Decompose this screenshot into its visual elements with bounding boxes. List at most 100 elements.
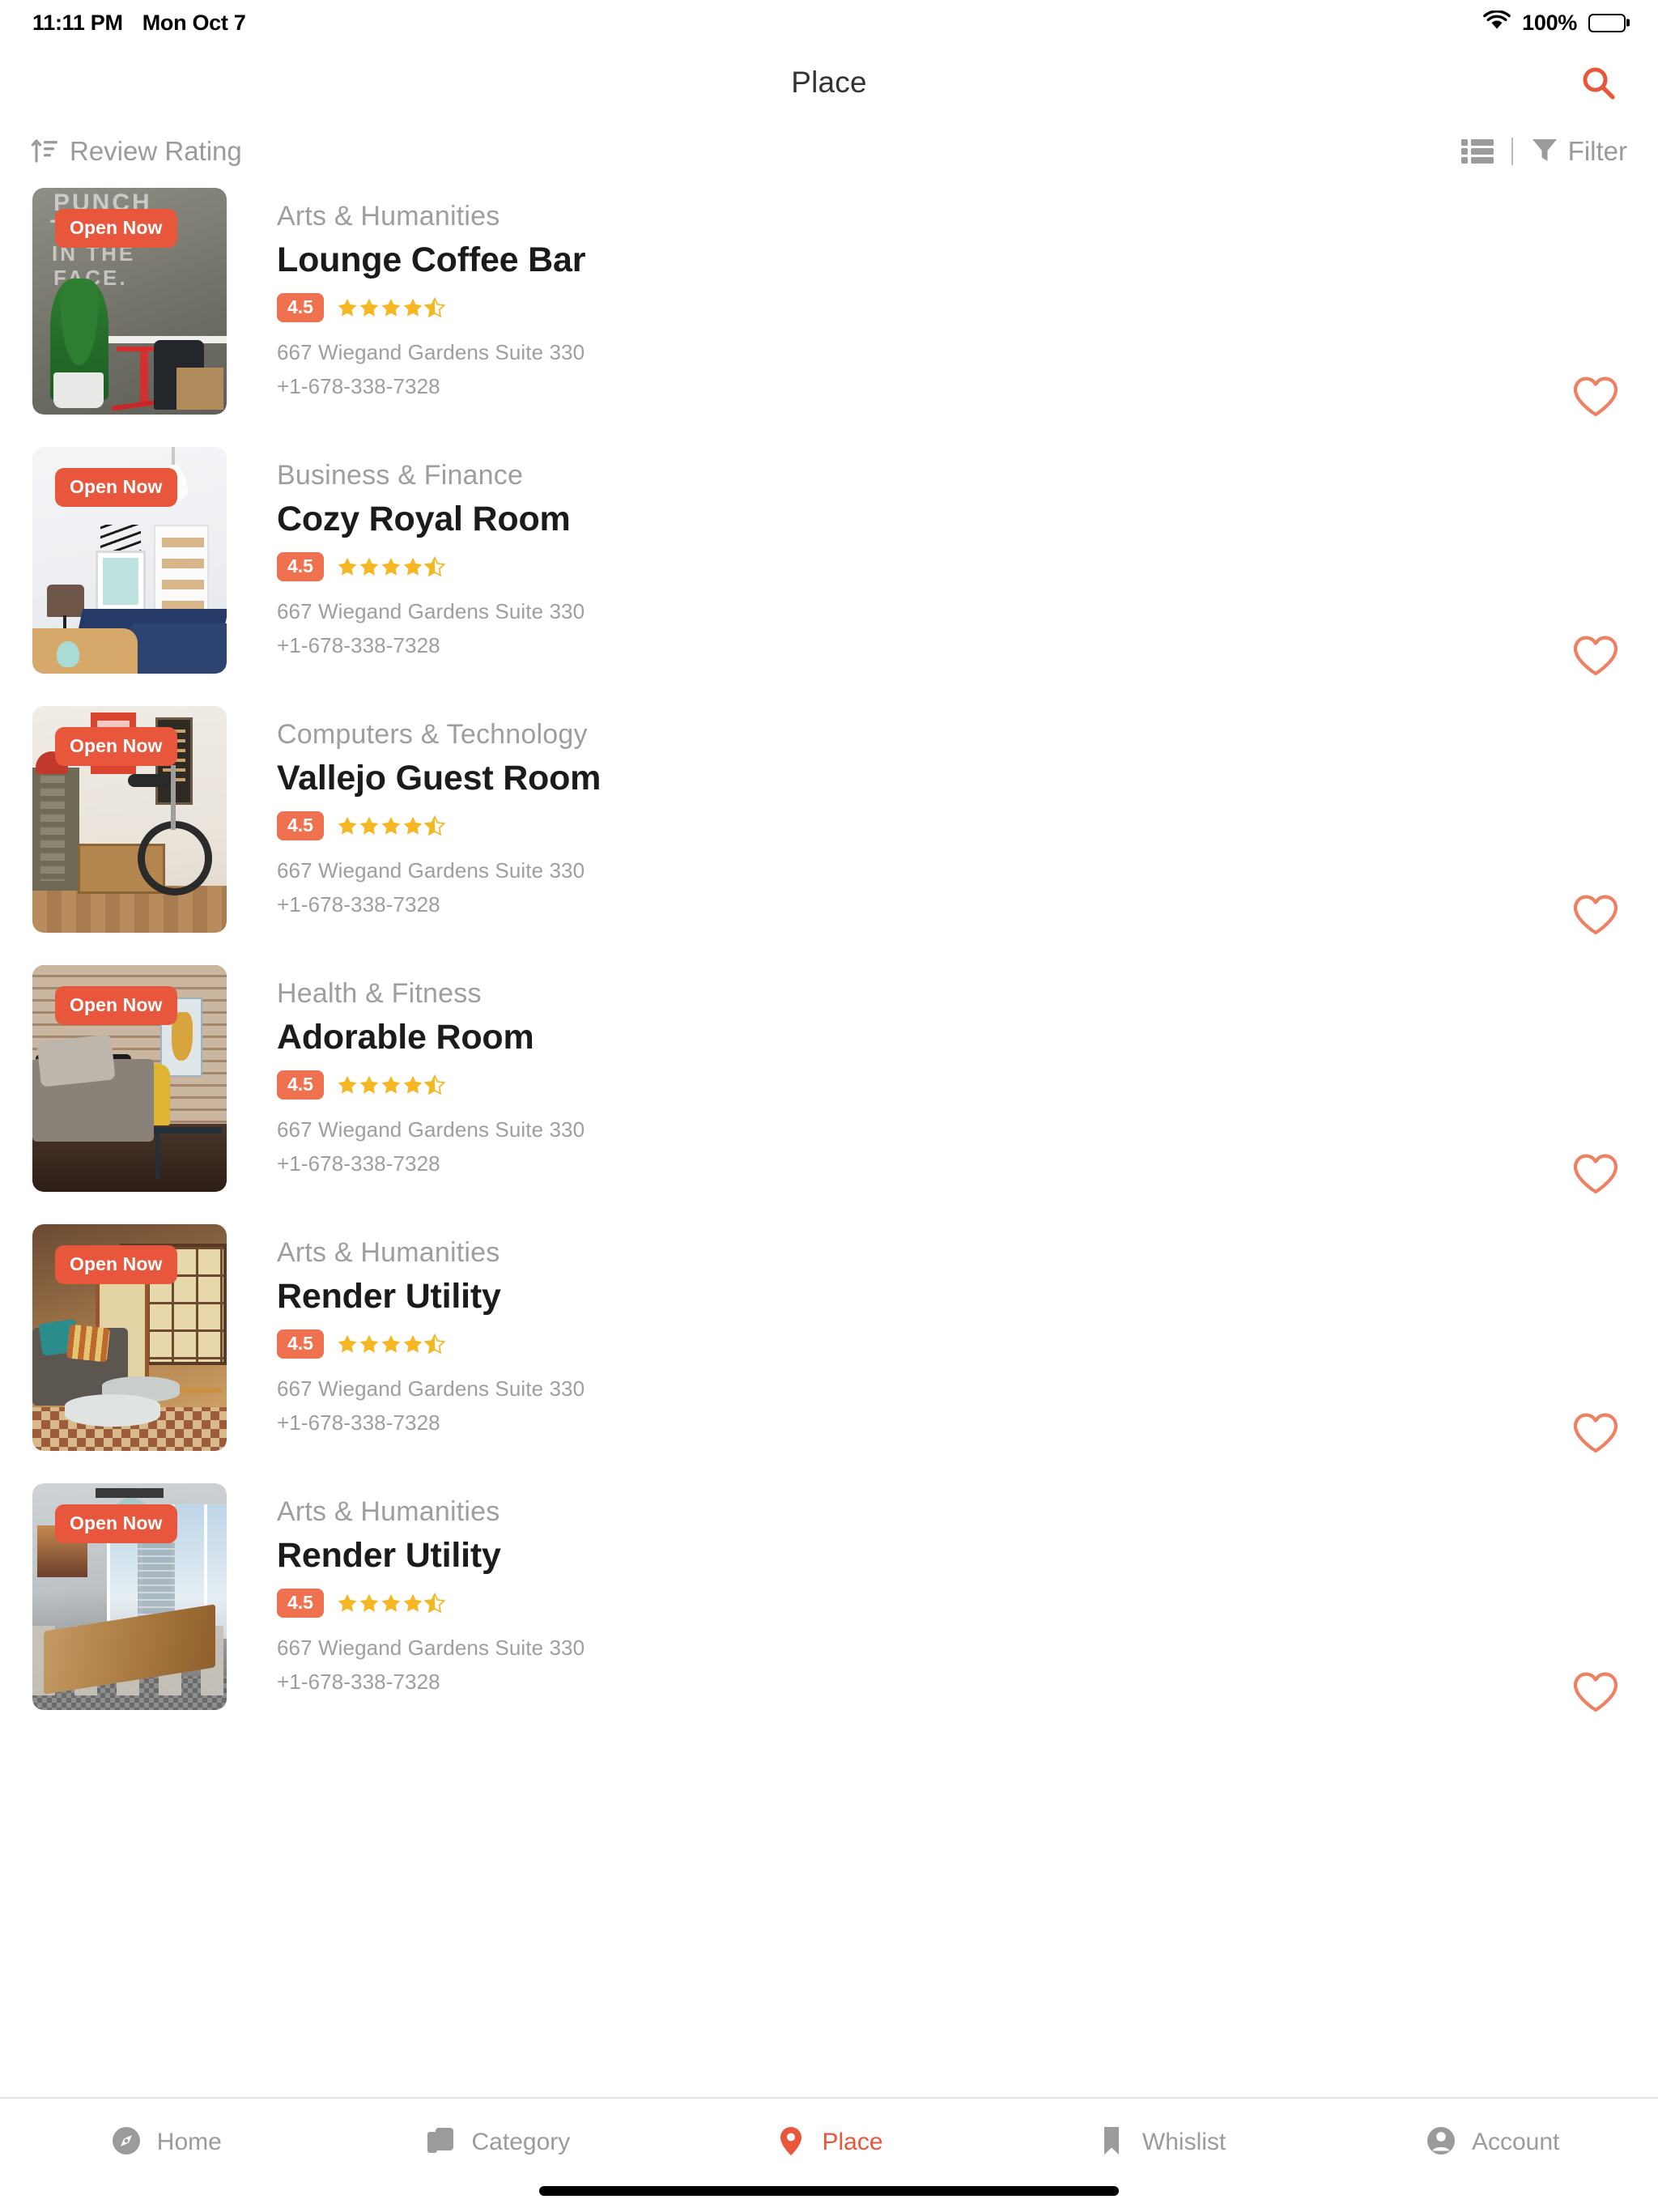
place-rating-row: 4.5 — [277, 1070, 1658, 1100]
place-phone[interactable]: +1-678-338-7328 — [277, 887, 1658, 921]
heart-outline-icon[interactable] — [1572, 1153, 1619, 1195]
open-now-badge: Open Now — [55, 468, 177, 507]
place-list-item-3[interactable]: Open Now Computers & Technology Vallejo … — [0, 706, 1658, 965]
tab-label-account: Account — [1471, 2129, 1560, 2155]
status-time: 11:11 PM — [32, 10, 123, 35]
place-info: Computers & Technology Vallejo Guest Roo… — [227, 706, 1658, 921]
tab-label-whislist: Whislist — [1141, 2129, 1226, 2155]
place-phone[interactable]: +1-678-338-7328 — [277, 369, 1658, 403]
place-list-item-4[interactable]: Open Now Health & Fitness Adorable Room … — [0, 965, 1658, 1224]
place-name: Render Utility — [277, 1535, 501, 1575]
battery-percent: 100% — [1522, 10, 1577, 35]
place-info: Arts & Humanities Render Utility 4.5 667… — [227, 1224, 1658, 1440]
status-bar-left: 11:11 PM Mon Oct 7 — [32, 11, 246, 36]
place-info: Business & Finance Cozy Royal Room 4.5 6… — [227, 447, 1658, 662]
star-rating — [337, 556, 445, 577]
tab-label-home: Home — [156, 2129, 222, 2155]
open-now-badge: Open Now — [55, 986, 177, 1025]
place-list-item-6[interactable]: Open Now Arts & Humanities Render Utilit… — [0, 1483, 1658, 1742]
place-list: PUNCHTODAYIN THEFACE. Open Now Arts & Hu… — [0, 188, 1658, 1742]
list-view-icon[interactable] — [1460, 138, 1494, 164]
funnel-icon — [1531, 136, 1558, 168]
place-category: Arts & Humanities — [277, 1237, 500, 1268]
tab-label-category: Category — [471, 2129, 571, 2155]
place-name: Vallejo Guest Room — [277, 758, 602, 798]
place-phone[interactable]: +1-678-338-7328 — [277, 628, 1658, 662]
place-info: Arts & Humanities Lounge Coffee Bar 4.5 … — [227, 188, 1658, 403]
rating-badge: 4.5 — [277, 1329, 324, 1359]
toolbar-divider — [1511, 138, 1513, 165]
place-list-item-2[interactable]: Open Now Business & Finance Cozy Royal R… — [0, 447, 1658, 706]
bookmark-icon — [1095, 2125, 1128, 2161]
nav-bar: Place — [0, 45, 1658, 120]
status-date: Mon Oct 7 — [142, 10, 246, 35]
place-address: 667 Wiegand Gardens Suite 330 — [277, 858, 585, 883]
place-thumbnail[interactable]: Open Now — [32, 965, 227, 1192]
open-now-badge: Open Now — [55, 209, 177, 248]
app-screen: 11:11 PM Mon Oct 7 100% Place Review Rat… — [0, 0, 1658, 2212]
place-address: 667 Wiegand Gardens Suite 330 — [277, 1376, 585, 1402]
place-rating-row: 4.5 — [277, 293, 1658, 323]
place-phone[interactable]: +1-678-338-7328 — [277, 1146, 1658, 1180]
place-name: Lounge Coffee Bar — [277, 240, 586, 279]
place-phone[interactable]: +1-678-338-7328 — [277, 1665, 1658, 1699]
place-address: 667 Wiegand Gardens Suite 330 — [277, 1117, 585, 1142]
filter-button[interactable]: Filter — [1531, 136, 1627, 168]
place-category: Computers & Technology — [277, 719, 588, 750]
place-thumbnail[interactable]: Open Now — [32, 706, 227, 933]
home-indicator — [539, 2186, 1119, 2196]
open-now-badge: Open Now — [55, 727, 177, 766]
heart-outline-icon[interactable] — [1572, 1671, 1619, 1713]
map-pin-icon — [775, 2125, 807, 2161]
place-address: 667 Wiegand Gardens Suite 330 — [277, 1636, 585, 1661]
place-category: Health & Fitness — [277, 978, 482, 1009]
sort-label: Review Rating — [70, 136, 242, 166]
place-info: Health & Fitness Adorable Room 4.5 667 W… — [227, 965, 1658, 1180]
status-bar: 11:11 PM Mon Oct 7 100% — [0, 0, 1658, 45]
place-thumbnail[interactable]: Open Now — [32, 447, 227, 674]
wifi-icon — [1483, 9, 1511, 36]
place-name: Adorable Room — [277, 1017, 534, 1057]
tab-home[interactable]: Home — [0, 2099, 332, 2186]
place-rating-row: 4.5 — [277, 1589, 1658, 1619]
heart-outline-icon[interactable] — [1572, 376, 1619, 418]
place-thumbnail[interactable]: Open Now — [32, 1224, 227, 1451]
cards-icon — [425, 2125, 457, 2161]
page-title: Place — [791, 66, 867, 99]
rating-badge: 4.5 — [277, 552, 324, 582]
sort-ascending-icon — [31, 136, 58, 168]
place-rating-row: 4.5 — [277, 811, 1658, 841]
place-category: Arts & Humanities — [277, 1496, 500, 1527]
tab-account[interactable]: Account — [1326, 2099, 1658, 2186]
rating-badge: 4.5 — [277, 1070, 324, 1100]
account-icon — [1425, 2125, 1457, 2161]
status-bar-right: 100% — [1483, 9, 1626, 36]
rating-badge: 4.5 — [277, 811, 324, 841]
tab-place[interactable]: Place — [663, 2099, 995, 2186]
place-phone[interactable]: +1-678-338-7328 — [277, 1406, 1658, 1440]
place-category: Arts & Humanities — [277, 201, 500, 232]
tab-whislist[interactable]: Whislist — [995, 2099, 1327, 2186]
place-info: Arts & Humanities Render Utility 4.5 667… — [227, 1483, 1658, 1699]
heart-outline-icon[interactable] — [1572, 1412, 1619, 1454]
tab-category[interactable]: Category — [332, 2099, 664, 2186]
place-thumbnail[interactable]: PUNCHTODAYIN THEFACE. Open Now — [32, 188, 227, 415]
place-address: 667 Wiegand Gardens Suite 330 — [277, 599, 585, 624]
filter-label: Filter — [1567, 136, 1627, 166]
search-icon[interactable] — [1575, 60, 1621, 105]
place-list-item-5[interactable]: Open Now Arts & Humanities Render Utilit… — [0, 1224, 1658, 1483]
place-thumbnail[interactable]: Open Now — [32, 1483, 227, 1710]
battery-full-icon — [1588, 13, 1626, 32]
place-rating-row: 4.5 — [277, 552, 1658, 582]
place-list-item-1[interactable]: PUNCHTODAYIN THEFACE. Open Now Arts & Hu… — [0, 188, 1658, 447]
heart-outline-icon[interactable] — [1572, 635, 1619, 677]
star-rating — [337, 1593, 445, 1614]
star-rating — [337, 1074, 445, 1095]
open-now-badge: Open Now — [55, 1245, 177, 1284]
star-rating — [337, 815, 445, 836]
rating-badge: 4.5 — [277, 293, 324, 323]
heart-outline-icon[interactable] — [1572, 894, 1619, 936]
place-address: 667 Wiegand Gardens Suite 330 — [277, 340, 585, 365]
sort-button[interactable]: Review Rating — [31, 136, 242, 168]
star-rating — [337, 1334, 445, 1355]
